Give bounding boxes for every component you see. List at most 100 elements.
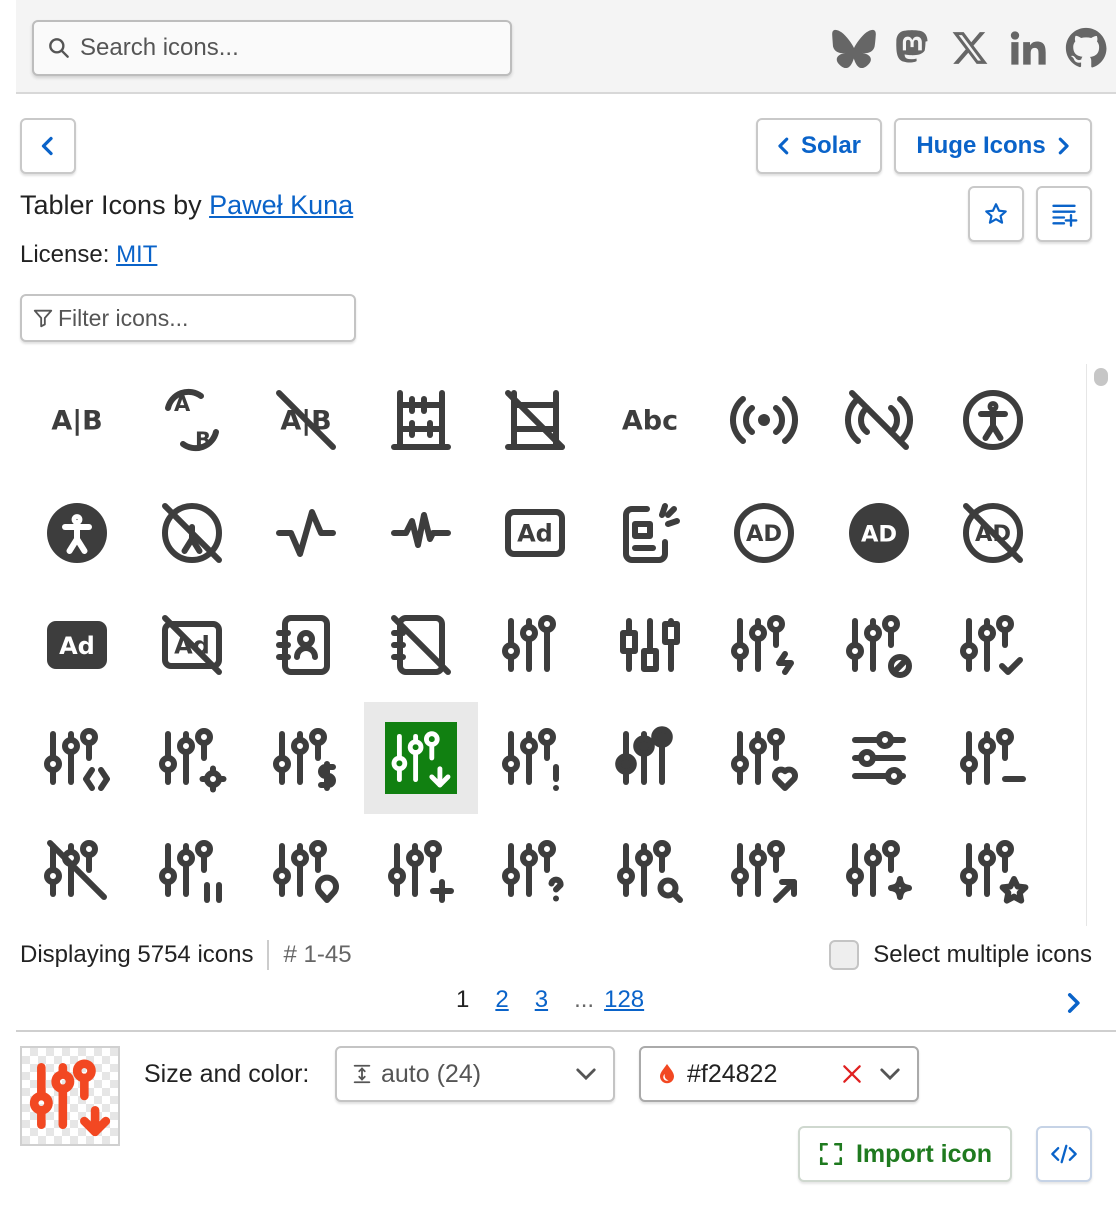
color-value[interactable]: #f24822	[687, 1060, 777, 1089]
chevron-left-icon	[778, 137, 789, 155]
icon-cell-abacus-off[interactable]	[478, 364, 593, 477]
icon-cell-adjustments-heart[interactable]	[707, 702, 822, 815]
accessible-filled-icon	[47, 502, 108, 563]
icon-cell-adjustments-down[interactable]	[363, 701, 478, 814]
icon-cell-adjustments-bolt[interactable]	[707, 589, 822, 702]
icon-cell-adjustments-filled[interactable]	[593, 702, 708, 815]
abacus-off-icon	[505, 390, 566, 451]
icon-cell-adjustments-check[interactable]	[936, 589, 1051, 702]
import-icon-button[interactable]: Import icon	[798, 1126, 1012, 1182]
favorite-button[interactable]	[968, 186, 1024, 242]
next-iconset-button[interactable]: Huge Icons	[894, 118, 1092, 174]
icon-cell-adjustments-share[interactable]	[707, 814, 822, 926]
icon-cell-accessible-off[interactable]	[135, 477, 250, 590]
scrollbar-thumb[interactable]	[1094, 368, 1108, 386]
icon-cell-adjustments-spark[interactable]	[822, 814, 937, 926]
icon-cell-adjustments-cog[interactable]	[135, 702, 250, 815]
icon-cell-adjustments-horizontal[interactable]	[822, 702, 937, 815]
icon-cell-adjustments-pin[interactable]	[249, 814, 364, 926]
abacus-icon	[390, 390, 451, 451]
icon-cell-a-b-off[interactable]: A|B	[249, 364, 364, 477]
icon-cell-accessible[interactable]	[936, 364, 1051, 477]
mastodon-icon[interactable]	[890, 26, 934, 70]
adjustments-pause-icon	[158, 840, 222, 904]
icon-cell-adjustments[interactable]	[478, 589, 593, 702]
color-select[interactable]: #f24822	[639, 1046, 919, 1102]
add-to-list-button[interactable]	[1036, 186, 1092, 242]
results-status: Displaying 5754 icons # 1-45	[20, 940, 352, 970]
adjustments-icon	[502, 615, 557, 673]
icon-cell-adjustments-star[interactable]	[936, 814, 1051, 926]
filter-icon	[33, 309, 53, 328]
icon-grid: A|B A B A|B Abc Ad AD AD AD Ad Ad	[20, 364, 1082, 926]
icon-cell-ad[interactable]: Ad	[478, 477, 593, 590]
icon-cell-a-b[interactable]: A|B	[20, 364, 135, 477]
icon-cell-adjustments-code[interactable]	[20, 702, 135, 815]
size-select[interactable]: auto (24)	[335, 1046, 615, 1102]
code-button[interactable]	[1036, 1126, 1092, 1182]
x-icon[interactable]	[948, 26, 992, 70]
size-value: auto (24)	[381, 1059, 482, 1088]
icon-cell-ad-filled[interactable]: Ad	[20, 589, 135, 702]
adjustments-exclamation-icon	[502, 727, 560, 791]
icon-cell-ad-2[interactable]	[593, 477, 708, 590]
icon-cell-activity-heartbeat[interactable]	[364, 477, 479, 590]
adjustments-heart-icon	[731, 727, 799, 791]
icon-cell-activity[interactable]	[249, 477, 364, 590]
icon-cell-adjustments-exclamation[interactable]	[478, 702, 593, 815]
bluesky-icon[interactable]	[832, 26, 876, 70]
select-multiple-label: Select multiple icons	[873, 941, 1092, 968]
adjustments-off-icon	[44, 840, 108, 901]
icon-cell-ad-circle[interactable]: AD	[707, 477, 822, 590]
github-icon[interactable]	[1064, 26, 1108, 70]
color-drop-icon	[660, 1064, 674, 1084]
displaying-count: Displaying 5754 icons	[20, 941, 254, 968]
icon-cell-address-book[interactable]	[249, 589, 364, 702]
icon-cell-adjustments-pause[interactable]	[135, 814, 250, 926]
size-color-label: Size and color:	[144, 1060, 310, 1088]
icon-cell-a-b-2[interactable]: AB	[135, 364, 250, 477]
page-link-last[interactable]: 128	[604, 986, 644, 1014]
icon-cell-ad-off[interactable]: Ad	[135, 589, 250, 702]
icon-cell-adjustments-dollar[interactable]	[249, 702, 364, 815]
activity-heartbeat-icon	[390, 511, 451, 548]
star-icon	[985, 203, 1007, 224]
adjustments-question-icon	[502, 840, 564, 902]
license-link[interactable]: MIT	[116, 241, 157, 268]
icon-cell-ad-circle-filled[interactable]: AD	[822, 477, 937, 590]
select-multiple-toggle[interactable]: Select multiple icons	[829, 940, 1092, 970]
adjustments-horizontal-icon	[851, 730, 906, 785]
clear-color-icon[interactable]	[841, 1063, 863, 1085]
icon-cell-abc[interactable]: Abc	[593, 364, 708, 477]
icon-cell-adjustments-question[interactable]	[478, 814, 593, 926]
grid-scrollbar[interactable]	[1086, 364, 1112, 926]
access-point-off-icon	[844, 390, 913, 451]
icon-cell-adjustments-plus[interactable]	[364, 814, 479, 926]
icon-cell-address-book-off[interactable]	[364, 589, 479, 702]
icon-cell-ad-circle-off[interactable]: AD	[936, 477, 1051, 590]
back-button[interactable]	[20, 118, 76, 174]
icon-cell-access-point[interactable]	[707, 364, 822, 477]
adjustments-dollar-icon	[273, 727, 337, 791]
author-link[interactable]: Paweł Kuna	[209, 190, 353, 220]
search-input[interactable]: Search icons...	[32, 20, 512, 76]
chevron-left-icon	[41, 136, 53, 156]
next-page-button[interactable]	[1064, 990, 1082, 1021]
icon-cell-adjustments-minus[interactable]	[936, 702, 1051, 815]
a-b-icon: A|B	[52, 406, 103, 437]
accessible-icon	[963, 390, 1024, 451]
icon-cell-accessible-filled[interactable]	[20, 477, 135, 590]
filter-input[interactable]: Filter icons...	[20, 294, 356, 342]
adjustments-cancel-icon	[845, 615, 912, 679]
icon-cell-adjustments-cancel[interactable]	[822, 589, 937, 702]
page-link-3[interactable]: 3	[535, 986, 548, 1014]
prev-iconset-button[interactable]: Solar	[756, 118, 882, 174]
select-multiple-checkbox[interactable]	[829, 940, 860, 970]
icon-cell-access-point-off[interactable]	[822, 364, 937, 477]
icon-cell-adjustments-search[interactable]	[593, 814, 708, 926]
icon-cell-adjustments-alt[interactable]	[593, 589, 708, 702]
page-link-2[interactable]: 2	[495, 986, 508, 1014]
icon-cell-abacus[interactable]	[364, 364, 479, 477]
linkedin-icon[interactable]	[1006, 26, 1050, 70]
icon-cell-adjustments-off[interactable]	[20, 814, 135, 926]
